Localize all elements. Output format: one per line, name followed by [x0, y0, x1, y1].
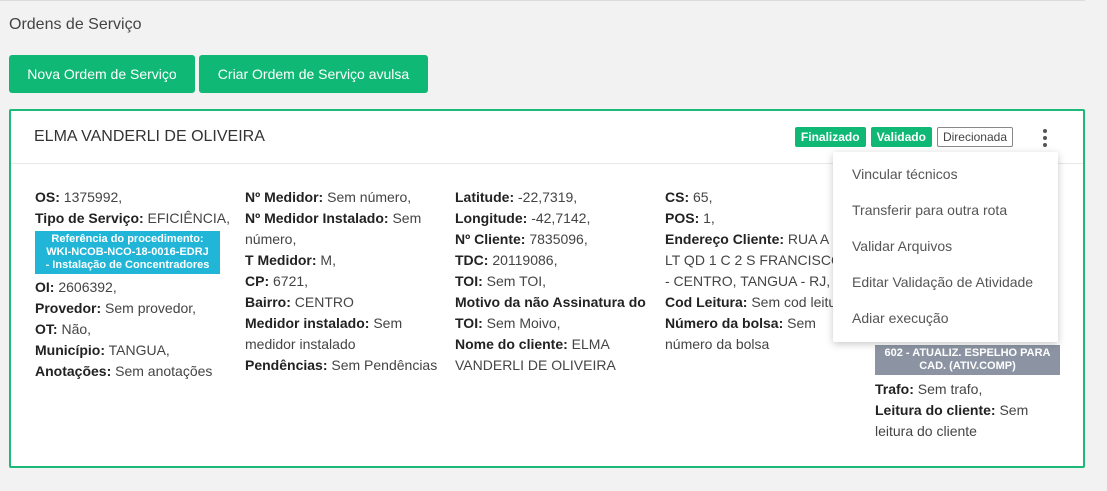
field-latitude: Latitude: -22,7319,	[455, 189, 578, 205]
menu-item-validar-arquivos[interactable]: Validar Arquivos	[833, 228, 1058, 264]
field-medidor-instalado-num: Nº Medidor Instalado: Sem número,	[245, 210, 422, 247]
client-name: ELMA VANDERLI DE OLIVEIRA	[34, 128, 265, 145]
status-badge-finalizado: Finalizado	[794, 127, 866, 147]
field-num-bolsa: Número da bolsa: Sem número da bolsa	[665, 315, 816, 352]
status-badge-validado: Validado	[870, 127, 932, 147]
field-t-medidor: T Medidor: M,	[245, 252, 336, 268]
info-column-1: OS: 1375992, Tipo de Serviço: EFICIÊNCIA…	[35, 187, 235, 382]
field-longitude: Longitude: -42,7142,	[455, 210, 591, 226]
menu-item-adiar-execucao[interactable]: Adiar execução	[833, 300, 1058, 336]
create-standalone-order-button[interactable]: Criar Ordem de Serviço avulsa	[199, 55, 428, 93]
kebab-icon[interactable]	[1042, 129, 1048, 147]
field-pendencias: Pendências: Sem Pendências	[245, 357, 438, 373]
field-pos: POS: 1,	[665, 210, 715, 226]
actions-dropdown-menu: Vincular técnicos Transferir para outra …	[833, 152, 1058, 342]
field-cp: CP: 6721,	[245, 273, 309, 289]
info-column-5: 602 - ATUALIZ. ESPELHO PARA CAD. (ATIV.C…	[875, 345, 1065, 442]
info-column-4: CS: 65, POS: 1, Endereço Cliente: RUA A …	[665, 187, 845, 355]
page-title: Ordens de Serviço	[9, 16, 142, 33]
field-num-cliente: Nº Cliente: 7835096,	[455, 231, 588, 247]
menu-item-transferir-rota[interactable]: Transferir para outra rota	[833, 192, 1058, 228]
menu-item-vincular-tecnicos[interactable]: Vincular técnicos	[833, 156, 1058, 192]
activity-badge: 602 - ATUALIZ. ESPELHO PARA CAD. (ATIV.C…	[875, 345, 1060, 375]
field-tipo-servico: Tipo de Serviço: EFICIÊNCIA,	[35, 210, 231, 226]
field-medidor-instalado: Medidor instalado: Sem medidor instalado	[245, 315, 403, 352]
menu-item-editar-validacao[interactable]: Editar Validação de Atividade	[833, 264, 1058, 300]
field-medidor: Nº Medidor: Sem número,	[245, 189, 412, 205]
field-oi: OI: 2606392,	[35, 279, 117, 295]
status-badge-direcionada: Direcionada	[936, 127, 1013, 147]
info-column-3: Latitude: -22,7319, Longitude: -42,7142,…	[455, 187, 655, 376]
field-toi: TOI: Sem TOI,	[455, 273, 547, 289]
field-anotacoes: Anotações: Sem anotações	[35, 363, 213, 379]
field-os: OS: 1375992,	[35, 189, 123, 205]
field-leitura-cliente: Leitura do cliente: Sem leitura do clien…	[875, 402, 1029, 439]
field-cs: CS: 65,	[665, 189, 713, 205]
field-bairro: Bairro: CENTRO	[245, 294, 354, 310]
field-municipio: Município: TANGUA,	[35, 342, 170, 358]
field-motivo: Motivo da não Assinatura do TOI: Sem Moi…	[455, 294, 646, 331]
field-trafo: Trafo: Sem trafo,	[875, 381, 983, 397]
info-column-2: Nº Medidor: Sem número, Nº Medidor Insta…	[245, 187, 445, 376]
new-service-order-button[interactable]: Nova Ordem de Serviço	[9, 55, 195, 93]
field-provedor: Provedor: Sem provedor,	[35, 300, 197, 316]
field-cod-leitura: Cod Leitura: Sem cod leitura	[665, 294, 845, 310]
status-badges: Finalizado Validado Direcionada	[794, 127, 1013, 147]
top-divider	[0, 0, 1085, 1]
field-tdc: TDC: 20119086,	[455, 252, 558, 268]
field-ot: OT: Não,	[35, 321, 92, 337]
procedure-reference-badge: Referência do procedimento: WKI-NCOB-NCO…	[35, 231, 220, 274]
field-endereco: Endereço Cliente: RUA A LT QD 1 C 2 S FR…	[665, 231, 842, 289]
field-nome-cliente: Nome do cliente: ELMA VANDERLI DE OLIVEI…	[455, 336, 616, 373]
